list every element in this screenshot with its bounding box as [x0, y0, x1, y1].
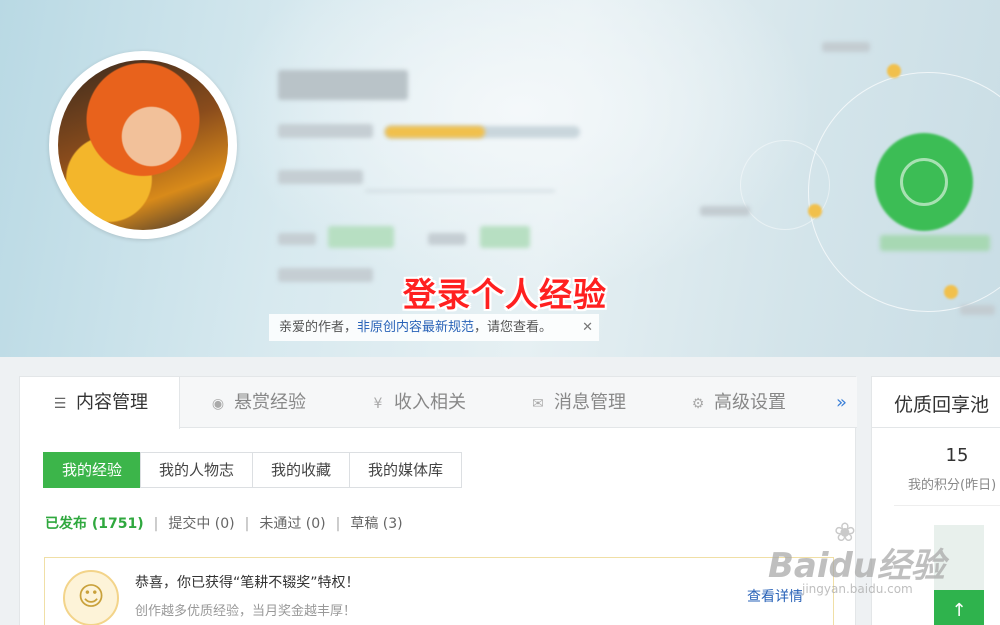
filter-separator: |: [335, 516, 341, 532]
level-label-blurred: [278, 124, 373, 138]
reward-pool-card: 优质回享池 15 我的积分(昨日) ↑: [871, 376, 1000, 625]
orbit-dot: [887, 64, 901, 78]
subtab-my-favorites[interactable]: 我的收藏: [252, 452, 351, 488]
mail-icon: ✉: [532, 396, 544, 412]
gear-icon: ⚙: [691, 396, 705, 412]
divider: [872, 427, 1000, 428]
tab-advanced-settings[interactable]: ⚙ 高级设置: [688, 377, 828, 428]
stat-label-blurred: [278, 233, 316, 245]
reward-pool-title: 优质回享池: [894, 394, 990, 416]
sub-tabs: 我的经验 我的人物志 我的收藏 我的媒体库: [43, 452, 463, 488]
overlay-caption: 登录个人经验: [403, 275, 607, 314]
status-filters: 已发布 (1751) | 提交中 (0) | 未通过 (0) | 草稿 (3): [45, 513, 403, 533]
avatar-image: [58, 60, 228, 230]
tab-income[interactable]: ¥ 收入相关: [368, 377, 508, 428]
orbit-dot: [944, 285, 958, 299]
more-tabs-icon[interactable]: »: [836, 377, 847, 428]
view-details-link[interactable]: 查看详情: [747, 586, 803, 606]
trophy-person-icon: ☺: [63, 570, 119, 625]
orbit-label-blurred: [822, 42, 870, 52]
tab-reward-experience[interactable]: ◉ 悬赏经验: [208, 377, 348, 428]
tab-messages[interactable]: ✉ 消息管理: [528, 377, 668, 428]
tab-label: 悬赏经验: [234, 392, 306, 413]
divider: [894, 505, 1000, 506]
filter-rejected[interactable]: 未通过 (0): [259, 516, 325, 532]
yen-icon: ¥: [373, 396, 383, 412]
stat-value-blurred: [328, 226, 394, 248]
info-divider-blurred: [365, 190, 555, 192]
orbit-label-blurred: [700, 206, 750, 216]
filter-submitting[interactable]: 提交中 (0): [168, 516, 234, 532]
info-line-blurred: [278, 268, 373, 282]
content-panel: ☰ 内容管理 ◉ 悬赏经验 ¥ 收入相关 ✉ 消息管理 ⚙ 高级设置 » 我的经验 我的人…: [19, 376, 857, 625]
tab-label: 收入相关: [394, 392, 466, 413]
level-progress-fill: [385, 126, 485, 138]
tab-label: 消息管理: [554, 392, 626, 413]
notice-suffix: ，请您查看。: [474, 320, 553, 335]
tab-label: 高级设置: [714, 392, 786, 413]
subtab-my-experience[interactable]: 我的经验: [43, 452, 142, 488]
growth-badge-label-blurred: [880, 235, 990, 251]
orbit-dot: [808, 204, 822, 218]
filter-drafts[interactable]: 草稿 (3): [350, 516, 402, 532]
tab-content-management[interactable]: ☰ 内容管理: [20, 377, 180, 429]
notice-link[interactable]: 非原创内容最新规范: [357, 320, 474, 335]
award-notice: ☺ 恭喜，你已获得“笔耕不辍奖”特权！ 创作越多优质经验，当月奖金越丰厚！ 查看…: [44, 557, 834, 625]
arrow-up-icon[interactable]: ↑: [934, 595, 984, 625]
subtab-my-media[interactable]: 我的媒体库: [349, 452, 463, 488]
orbit-label-blurred: [960, 305, 995, 315]
username-blurred: [278, 70, 408, 100]
filter-separator: |: [244, 516, 250, 532]
award-subtitle: 创作越多优质经验，当月奖金越丰厚！: [135, 604, 357, 619]
list-icon: ☰: [53, 396, 67, 412]
score-label: 我的积分(昨日): [908, 478, 997, 493]
reward-icon: ◉: [211, 396, 225, 412]
profile-banner: 登录个人经验 亲爱的作者，非原创内容最新规范，请您查看。 ✕: [0, 0, 1000, 357]
tab-label: 内容管理: [76, 392, 148, 413]
filter-separator: |: [153, 516, 159, 532]
subtab-my-profiles[interactable]: 我的人物志: [140, 452, 254, 488]
close-icon[interactable]: ✕: [582, 314, 593, 341]
filter-published[interactable]: 已发布 (1751): [45, 516, 144, 532]
avatar[interactable]: [49, 51, 237, 239]
award-title: 恭喜，你已获得“笔耕不辍奖”特权！: [135, 575, 360, 591]
main-tabs: ☰ 内容管理 ◉ 悬赏经验 ¥ 收入相关 ✉ 消息管理 ⚙ 高级设置 »: [20, 377, 857, 429]
info-line-blurred: [278, 170, 363, 184]
growth-badge-icon: [900, 158, 948, 206]
stat-value-blurred: [480, 226, 530, 248]
score-value: 15: [945, 445, 969, 466]
notice-bar: 亲爱的作者，非原创内容最新规范，请您查看。 ✕: [269, 314, 599, 341]
notice-prefix: 亲爱的作者，: [279, 320, 358, 335]
stat-label-blurred: [428, 233, 466, 245]
